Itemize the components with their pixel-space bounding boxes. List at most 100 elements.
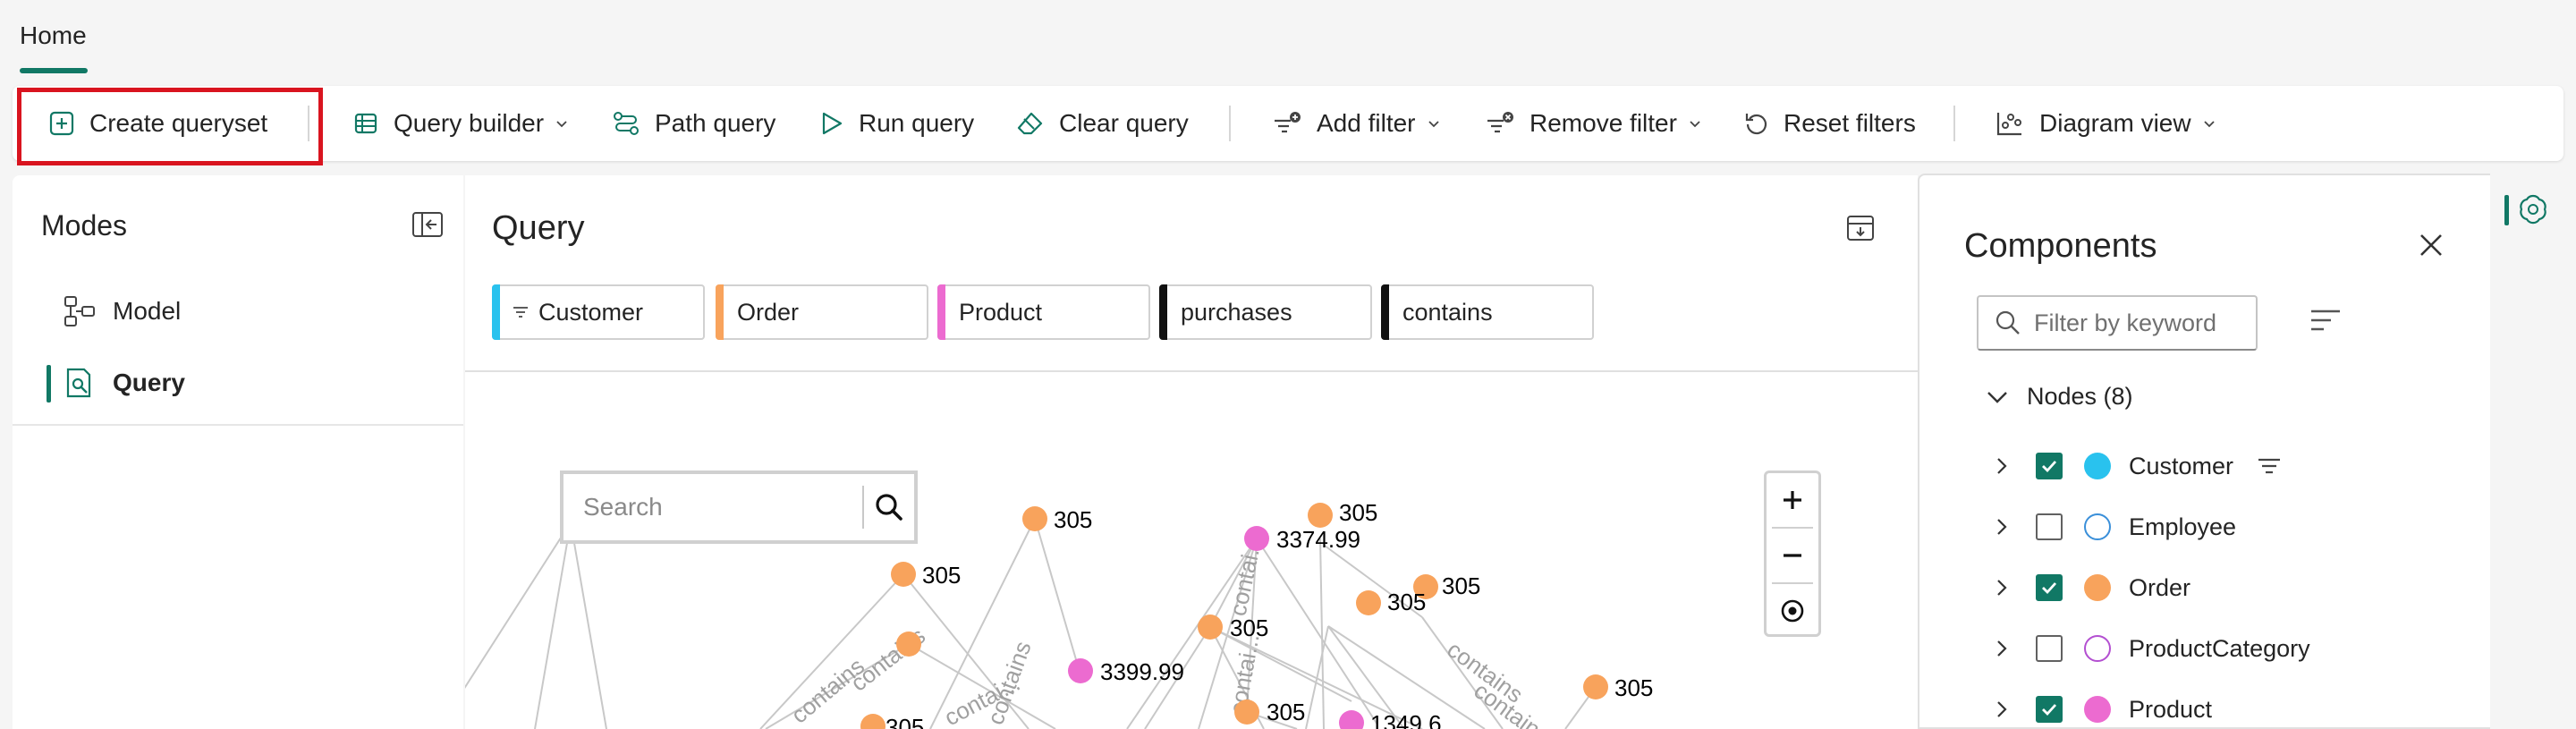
node-color-dot bbox=[2084, 635, 2111, 662]
save-panel-icon[interactable] bbox=[1846, 215, 1875, 242]
graph-node-label: 305 bbox=[1339, 499, 1377, 526]
components-filter-input[interactable]: Filter by keyword bbox=[1977, 295, 2258, 351]
chevron-down-icon bbox=[556, 121, 567, 128]
node-label: ProductCategory bbox=[2129, 634, 2310, 662]
diagram-view-button[interactable]: Diagram view bbox=[1995, 86, 2216, 161]
clear-query-button[interactable]: Clear query bbox=[1016, 86, 1189, 161]
node-checkbox[interactable] bbox=[2036, 513, 2063, 540]
graph-node-order[interactable] bbox=[1583, 674, 1608, 699]
graph-node-order[interactable] bbox=[860, 714, 886, 729]
graph-node-label: 305 bbox=[1614, 674, 1653, 701]
mode-item-query[interactable]: Query bbox=[34, 354, 436, 411]
path-query-label: Path query bbox=[655, 109, 776, 137]
right-rail bbox=[2492, 175, 2576, 729]
zoom-out-button[interactable] bbox=[1767, 529, 1818, 582]
node-row-customer[interactable]: Customer bbox=[1995, 444, 2282, 488]
toolbar: Create queryset Query builder Path query… bbox=[13, 86, 2563, 161]
sort-lines-icon[interactable] bbox=[2309, 308, 2342, 333]
graph-search-input[interactable]: Search bbox=[560, 470, 918, 544]
graph-canvas[interactable]: contains contains contains contains cont… bbox=[465, 372, 1918, 729]
eraser-icon bbox=[1017, 112, 1043, 135]
chevron-right-icon[interactable] bbox=[1995, 699, 2009, 719]
query-title: Query bbox=[492, 209, 585, 247]
chevron-right-icon[interactable] bbox=[1995, 578, 2009, 598]
graph-node-order[interactable] bbox=[891, 562, 916, 587]
graph-node-product[interactable] bbox=[1339, 710, 1364, 729]
graph-node-order[interactable] bbox=[1234, 699, 1259, 725]
filter-icon bbox=[513, 307, 528, 318]
graph-node-order[interactable] bbox=[1198, 615, 1223, 640]
graph-search-button[interactable] bbox=[864, 492, 914, 522]
components-title: Components bbox=[1964, 227, 2157, 265]
node-checkbox[interactable] bbox=[2036, 635, 2063, 662]
close-icon[interactable] bbox=[2417, 231, 2445, 259]
node-label: Customer bbox=[2129, 452, 2234, 479]
toolbar-separator bbox=[1953, 106, 1955, 141]
remove-filter-button[interactable]: Remove filter bbox=[1485, 86, 1702, 161]
graph-edges bbox=[465, 518, 1597, 729]
collapse-panel-icon[interactable] bbox=[411, 211, 444, 238]
node-color-dot bbox=[2084, 513, 2111, 540]
mode-item-model[interactable]: Model bbox=[34, 283, 436, 340]
checkmark-icon bbox=[2042, 582, 2057, 595]
chevron-right-icon[interactable] bbox=[1995, 517, 2009, 537]
graph-node-label: 1349.6 bbox=[1370, 710, 1442, 729]
graph-node-order[interactable] bbox=[1308, 503, 1333, 528]
graph-node-product[interactable] bbox=[1068, 658, 1093, 683]
query-builder-label: Query builder bbox=[394, 109, 545, 137]
chevron-down-icon bbox=[1690, 121, 1700, 128]
graph-node-label: 305 bbox=[1230, 615, 1268, 641]
remove-filter-icon bbox=[1487, 112, 1513, 133]
nodes-header[interactable]: Nodes (8) bbox=[1986, 383, 2133, 411]
node-row-productcategory[interactable]: ProductCategory bbox=[1995, 626, 2310, 671]
zoom-controls bbox=[1764, 470, 1821, 637]
query-pill-product[interactable]: Product bbox=[937, 284, 1150, 340]
reset-filters-button[interactable]: Reset filters bbox=[1742, 86, 1916, 161]
pill-label: Product bbox=[959, 298, 1043, 326]
checkmark-icon bbox=[2042, 704, 2057, 716]
add-filter-button[interactable]: Add filter bbox=[1272, 86, 1441, 161]
run-query-button[interactable]: Run query bbox=[818, 86, 974, 161]
query-pill-order[interactable]: Order bbox=[716, 284, 928, 340]
query-builder-button[interactable]: Query builder bbox=[352, 86, 569, 161]
filter-icon[interactable] bbox=[2257, 456, 2282, 476]
copilot-icon[interactable] bbox=[2517, 193, 2549, 225]
graph-node-product[interactable] bbox=[1244, 526, 1269, 551]
graph-node-order[interactable] bbox=[1022, 506, 1047, 531]
pill-accent bbox=[1381, 284, 1389, 340]
table-icon bbox=[354, 113, 377, 134]
components-panel: Components Filter by keyword Nodes (8) C… bbox=[1918, 174, 2490, 729]
graph-node-order[interactable] bbox=[1356, 590, 1381, 615]
recenter-button[interactable] bbox=[1767, 584, 1818, 638]
chevron-right-icon[interactable] bbox=[1995, 639, 2009, 658]
query-pill-customer[interactable]: Customer bbox=[492, 284, 705, 340]
node-row-employee[interactable]: Employee bbox=[1995, 504, 2236, 549]
node-row-order[interactable]: Order bbox=[1995, 565, 2190, 610]
reset-icon bbox=[1745, 114, 1767, 135]
query-icon bbox=[66, 368, 91, 398]
plus-icon bbox=[1784, 491, 1801, 509]
play-icon bbox=[822, 112, 843, 135]
query-pill-purchases[interactable]: purchases bbox=[1159, 284, 1372, 340]
zoom-in-button[interactable] bbox=[1767, 473, 1818, 527]
target-icon bbox=[1781, 599, 1804, 623]
chevron-right-icon[interactable] bbox=[1995, 456, 2009, 476]
search-icon bbox=[876, 494, 902, 521]
graph-node-label: 305 bbox=[922, 562, 961, 589]
pill-label: Customer bbox=[538, 298, 644, 326]
graph-node-label: 3374.99 bbox=[1276, 526, 1360, 553]
chevron-down-icon bbox=[1987, 391, 2007, 403]
node-checkbox[interactable] bbox=[2036, 696, 2063, 723]
node-label: Product bbox=[2129, 695, 2213, 723]
node-checkbox[interactable] bbox=[2036, 574, 2063, 601]
path-query-button[interactable]: Path query bbox=[612, 86, 775, 161]
tab-bar: Home bbox=[0, 0, 2576, 82]
query-pill-contains[interactable]: contains bbox=[1381, 284, 1594, 340]
tab-home[interactable]: Home bbox=[20, 21, 87, 50]
graph-node-order[interactable] bbox=[896, 632, 921, 657]
toolbar-separator bbox=[1229, 106, 1231, 141]
query-panel: Query Customer Order Product purchases c… bbox=[465, 175, 1918, 729]
node-checkbox[interactable] bbox=[2036, 453, 2063, 479]
remove-filter-label: Remove filter bbox=[1530, 109, 1677, 137]
node-row-product[interactable]: Product bbox=[1995, 687, 2212, 729]
